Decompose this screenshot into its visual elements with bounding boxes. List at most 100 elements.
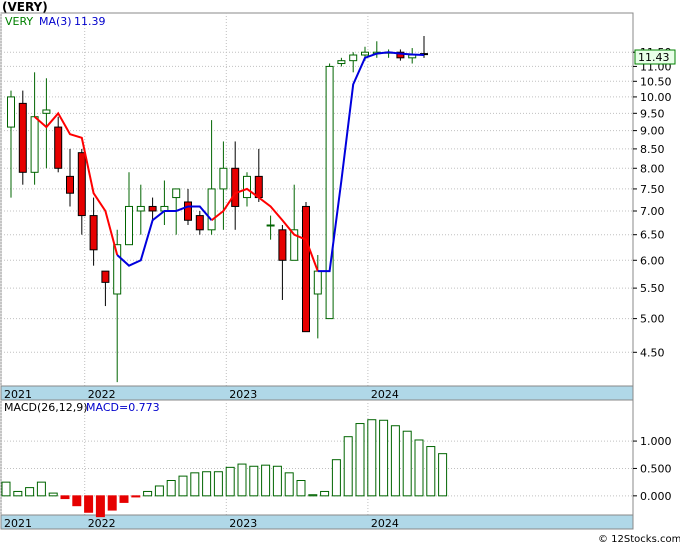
candle-down (231, 167, 240, 207)
macd-bar (213, 471, 223, 497)
macd-bar (249, 465, 259, 497)
macd-legend-label: MACD(26,12,9) (4, 401, 88, 414)
price-y-tick-label: 9.50 (640, 107, 665, 120)
macd-bar (426, 446, 436, 497)
macd-bar (355, 423, 365, 497)
candle-up (219, 167, 228, 190)
macd-bar (343, 436, 353, 497)
price-x-tick-label: 2023 (229, 388, 257, 401)
macd-bar (154, 485, 164, 497)
macd-bar (379, 419, 389, 497)
macd-bar (72, 495, 82, 507)
candle-up (349, 54, 358, 62)
candle-up (266, 224, 275, 227)
price-y-tick-label: 10.00 (640, 91, 672, 104)
candle-up (325, 65, 334, 320)
macd-panel-frame (0, 399, 634, 516)
macd-bar (237, 463, 247, 497)
candle-down (302, 205, 310, 333)
macd-x-tick-label: 2023 (229, 517, 257, 530)
macd-bar (178, 475, 188, 497)
legend-ma-value: 11.39 (74, 15, 106, 28)
macd-bar (320, 490, 330, 497)
macd-bar (60, 495, 70, 500)
macd-bar (1, 481, 11, 497)
chart-title: (VERY) (2, 0, 48, 14)
candle-down (66, 175, 74, 194)
candle-down (18, 102, 27, 173)
candle-down (254, 175, 263, 199)
price-y-tick-label: 9.00 (640, 125, 665, 138)
macd-bar (390, 425, 400, 497)
macd-x-tick-label: 2022 (88, 517, 116, 530)
candle-up (207, 188, 216, 231)
candle-up (42, 109, 51, 114)
macd-bar (414, 439, 424, 497)
price-y-tick-label: 4.50 (640, 346, 665, 359)
macd-y-axis: 1.000 0.500 0.000 (633, 435, 672, 503)
price-y-tick-label: 6.50 (640, 229, 665, 242)
macd-y-tick-label: 1.000 (640, 435, 672, 448)
macd-bar (143, 490, 153, 497)
macd-legend-value: MACD=0.773 (86, 401, 160, 414)
candle-down (195, 215, 204, 231)
price-x-tick-label: 2024 (371, 388, 399, 401)
last-price-value: 11.43 (638, 51, 670, 64)
macd-bar (13, 490, 23, 497)
macd-y-tick-label: 0.500 (640, 462, 672, 475)
candle-down (77, 152, 86, 217)
price-x-tick-label: 2021 (4, 388, 32, 401)
candle-down (184, 201, 192, 221)
price-y-tick-label: 10.50 (640, 75, 672, 88)
price-y-tick-label: 8.50 (640, 143, 665, 156)
candle-down (148, 205, 157, 212)
candle-up (125, 205, 133, 246)
macd-bar (331, 459, 341, 497)
macd-bar (202, 471, 212, 497)
macd-bar (166, 480, 176, 497)
macd-bar (36, 481, 46, 497)
candle-up (243, 175, 251, 199)
candle-down (278, 229, 287, 261)
macd-bar (95, 495, 105, 518)
macd-bar (25, 487, 35, 497)
candle-up (7, 96, 15, 128)
candle-up (136, 205, 145, 212)
macd-bar (84, 495, 94, 513)
stock-chart: 2021202220232024 11.5011.0010.5010.009.5… (0, 0, 680, 545)
candle-up (337, 60, 346, 65)
macd-x-tick-label: 2024 (371, 517, 399, 530)
macd-bar (296, 480, 306, 497)
legend-symbol: VERY (5, 15, 33, 28)
macd-bar (438, 453, 448, 497)
macd-bar (190, 472, 200, 497)
candle-up (30, 116, 39, 173)
candle-down (101, 270, 110, 283)
macd-bar (131, 495, 141, 498)
macd-bar (119, 495, 129, 503)
macd-bar (107, 495, 117, 511)
watermark: © 12Stocks.com (598, 534, 680, 545)
price-y-axis: 11.5011.0010.5010.009.509.008.508.007.50… (633, 46, 672, 359)
macd-y-tick-label: 0.000 (640, 490, 672, 503)
price-y-tick-label: 6.00 (640, 254, 665, 267)
price-y-tick-label: 7.00 (640, 205, 665, 218)
price-x-tick-label: 2022 (88, 388, 116, 401)
candle-down (54, 126, 63, 169)
macd-bar (48, 492, 58, 497)
macd-bar (225, 466, 235, 497)
macd-bar (308, 494, 318, 497)
macd-bar (261, 464, 271, 497)
price-y-tick-label: 7.50 (640, 183, 665, 196)
price-panel-frame (0, 12, 634, 387)
candle-down (89, 215, 98, 251)
candle-up (361, 51, 369, 56)
macd-bar (284, 472, 294, 497)
candle-up (313, 270, 322, 295)
legend-ma-label: MA(3) (39, 15, 72, 28)
macd-bar (367, 419, 377, 497)
macd-bar (272, 465, 282, 497)
price-y-tick-label: 5.50 (640, 282, 665, 295)
price-y-tick-label: 5.00 (640, 313, 665, 326)
macd-bar (402, 430, 412, 497)
